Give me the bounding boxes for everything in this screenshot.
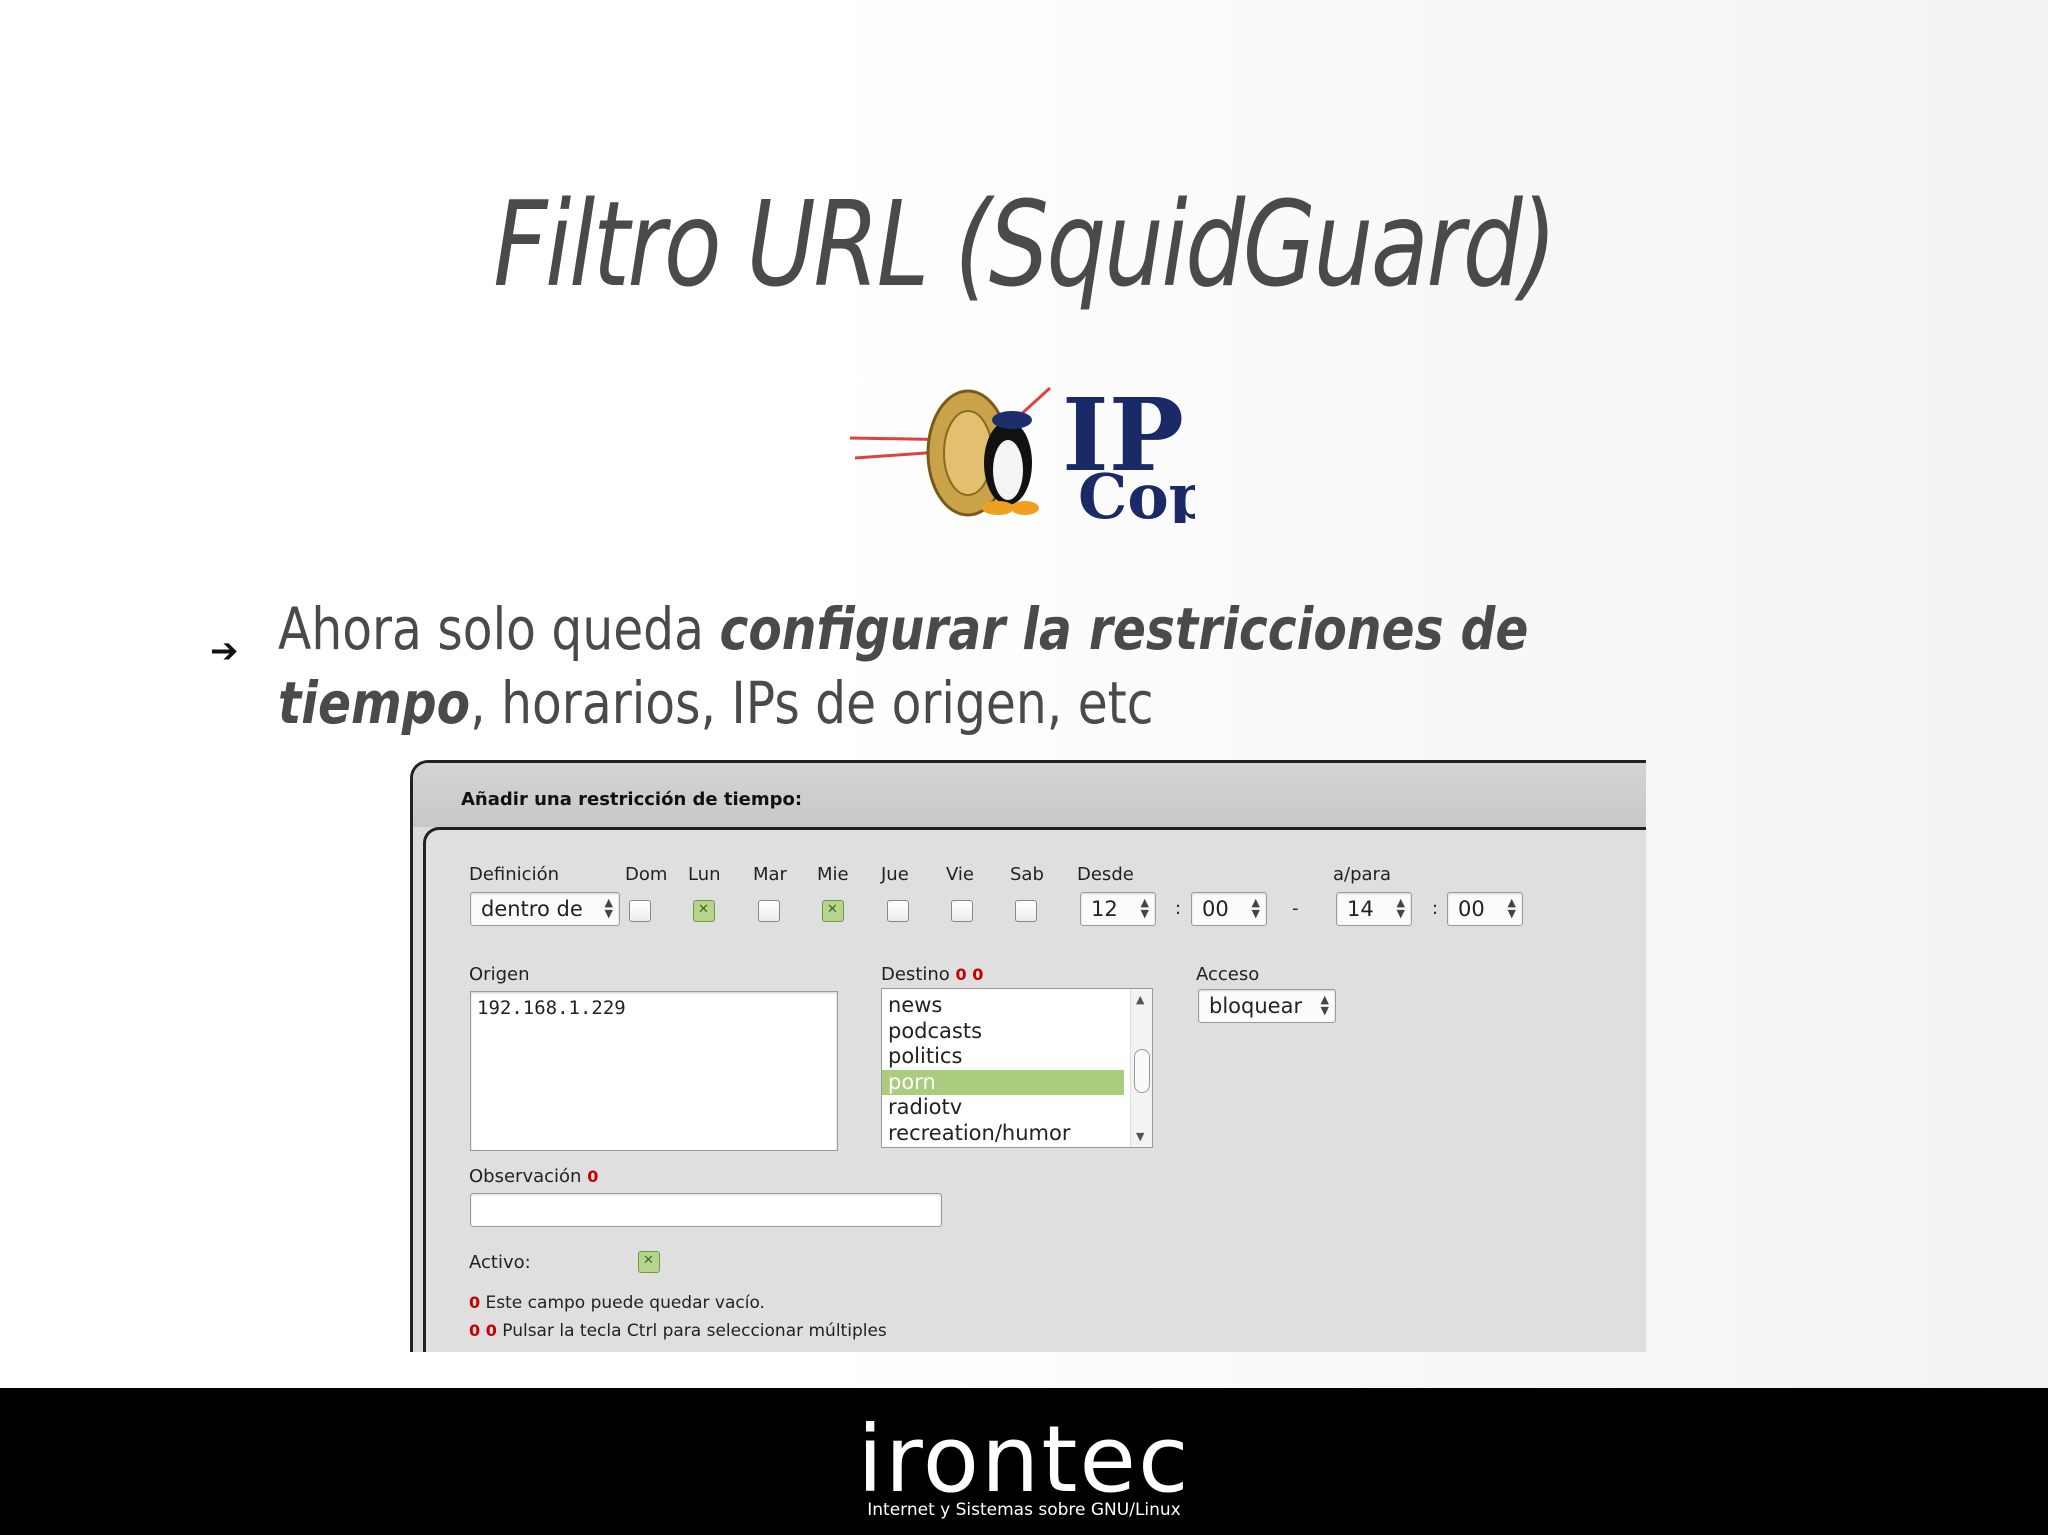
day-checkbox-vie[interactable] bbox=[951, 900, 973, 922]
definicion-label: Definición bbox=[469, 864, 559, 885]
footer-tagline: Internet y Sistemas sobre GNU/Linux bbox=[867, 1500, 1181, 1520]
form-body: Definición dentro de ▲ ▼ Dom Lun Mar Mie … bbox=[423, 827, 1646, 1352]
day-label-mar: Mar bbox=[753, 864, 787, 885]
svg-text:Cop: Cop bbox=[1078, 460, 1195, 523]
apara-hour-select[interactable]: 14 ▲ ▼ bbox=[1336, 892, 1412, 926]
note-multiple: 0 0 Pulsar la tecla Ctrl para selecciona… bbox=[469, 1321, 887, 1341]
spinner-icon: ▲ ▼ bbox=[604, 896, 613, 920]
range-separator: - bbox=[1292, 898, 1299, 919]
note-text: Pulsar la tecla Ctrl para seleccionar mú… bbox=[502, 1321, 887, 1341]
optional-marker: 0 bbox=[587, 1167, 599, 1186]
day-label-lun: Lun bbox=[688, 864, 721, 885]
day-checkbox-sab[interactable] bbox=[1015, 900, 1037, 922]
slide-title: Filtro URL (SquidGuard) bbox=[493, 175, 1557, 313]
definicion-value: dentro de bbox=[481, 897, 583, 921]
destino-option[interactable]: podcasts bbox=[882, 1019, 1124, 1045]
desde-hour-value: 12 bbox=[1091, 897, 1118, 921]
spinner-icon: ▲ ▼ bbox=[1140, 896, 1149, 920]
desde-minute-select[interactable]: 00 ▲ ▼ bbox=[1191, 892, 1267, 926]
destino-label: Destino 0 0 bbox=[881, 964, 983, 985]
bullet-suffix: , horarios, IPs de origen, etc bbox=[470, 669, 1154, 737]
day-label-sab: Sab bbox=[1010, 864, 1044, 885]
scroll-down-icon[interactable]: ▼ bbox=[1136, 1130, 1144, 1143]
acceso-value: bloquear bbox=[1209, 994, 1303, 1018]
note-optional: 0 Este campo puede quedar vacío. bbox=[469, 1293, 765, 1313]
scroll-up-icon[interactable]: ▲ bbox=[1136, 993, 1144, 1006]
note-marker: 0 0 bbox=[469, 1321, 497, 1340]
day-checkbox-dom[interactable] bbox=[629, 900, 651, 922]
destino-label-text: Destino bbox=[881, 964, 950, 985]
observacion-label-text: Observación bbox=[469, 1166, 582, 1187]
destino-items: news podcasts politics porn radiotv recreatio… bbox=[882, 989, 1152, 1146]
day-checkbox-lun[interactable] bbox=[693, 900, 715, 922]
origen-label: Origen bbox=[469, 964, 530, 985]
time-separator: : bbox=[1175, 898, 1182, 919]
day-label-dom: Dom bbox=[625, 864, 668, 885]
scroll-thumb[interactable] bbox=[1134, 1049, 1150, 1093]
desde-hour-select[interactable]: 12 ▲ ▼ bbox=[1080, 892, 1156, 926]
day-checkbox-mie[interactable] bbox=[822, 900, 844, 922]
arrow-right-icon: ➔ bbox=[210, 631, 239, 671]
destino-option[interactable]: recreation/humor bbox=[882, 1121, 1124, 1147]
time-separator: : bbox=[1432, 898, 1439, 919]
definicion-select[interactable]: dentro de ▲ ▼ bbox=[470, 892, 620, 926]
day-checkbox-mar[interactable] bbox=[758, 900, 780, 922]
acceso-select[interactable]: bloquear ▲ ▼ bbox=[1198, 989, 1336, 1023]
time-restriction-panel: Añadir una restricción de tiempo: Defini… bbox=[410, 760, 1646, 1352]
observacion-input[interactable] bbox=[470, 1193, 942, 1227]
panel-header-title: Añadir una restricción de tiempo: bbox=[461, 789, 803, 810]
spinner-icon: ▲ ▼ bbox=[1396, 896, 1405, 920]
listbox-scrollbar[interactable]: ▲ ▼ bbox=[1130, 989, 1152, 1147]
observacion-label: Observación 0 bbox=[469, 1166, 598, 1187]
activo-checkbox[interactable] bbox=[638, 1251, 660, 1273]
destino-option[interactable]: politics bbox=[882, 1044, 1124, 1070]
desde-minute-value: 00 bbox=[1202, 897, 1229, 921]
destino-option[interactable]: porn bbox=[882, 1069, 1124, 1095]
apara-minute-value: 00 bbox=[1458, 897, 1485, 921]
ipcop-logo: IP Cop bbox=[850, 378, 1195, 523]
note-marker: 0 bbox=[469, 1293, 481, 1312]
apara-label: a/para bbox=[1333, 864, 1391, 885]
note-text: Este campo puede quedar vacío. bbox=[485, 1293, 765, 1313]
irontec-logo: irontec bbox=[857, 1406, 1191, 1513]
destino-option[interactable]: news bbox=[882, 993, 1124, 1019]
apara-minute-select[interactable]: 00 ▲ ▼ bbox=[1447, 892, 1523, 926]
activo-label: Activo: bbox=[469, 1252, 531, 1273]
day-label-vie: Vie bbox=[946, 864, 974, 885]
footer: irontec Internet y Sistemas sobre GNU/Li… bbox=[0, 1388, 2048, 1535]
bullet-prefix: Ahora solo queda bbox=[278, 595, 720, 663]
day-checkbox-jue[interactable] bbox=[887, 900, 909, 922]
destino-option[interactable]: radiotv bbox=[882, 1095, 1124, 1121]
spinner-icon: ▲ ▼ bbox=[1507, 896, 1516, 920]
bullet-text: Ahora solo queda configurar la restricci… bbox=[278, 592, 1706, 740]
origen-textarea[interactable]: 192.168.1.229 bbox=[470, 991, 838, 1151]
destino-listbox[interactable]: news podcasts politics porn radiotv recreatio… bbox=[881, 988, 1153, 1148]
desde-label: Desde bbox=[1077, 864, 1134, 885]
spinner-icon: ▲ ▼ bbox=[1320, 993, 1329, 1017]
panel-header: Añadir una restricción de tiempo: bbox=[413, 763, 1646, 827]
acceso-label: Acceso bbox=[1196, 964, 1260, 985]
day-label-mie: Mie bbox=[817, 864, 849, 885]
day-label-jue: Jue bbox=[881, 864, 909, 885]
required-marker: 0 0 bbox=[955, 965, 984, 984]
spinner-icon: ▲ ▼ bbox=[1251, 896, 1260, 920]
apara-hour-value: 14 bbox=[1347, 897, 1374, 921]
